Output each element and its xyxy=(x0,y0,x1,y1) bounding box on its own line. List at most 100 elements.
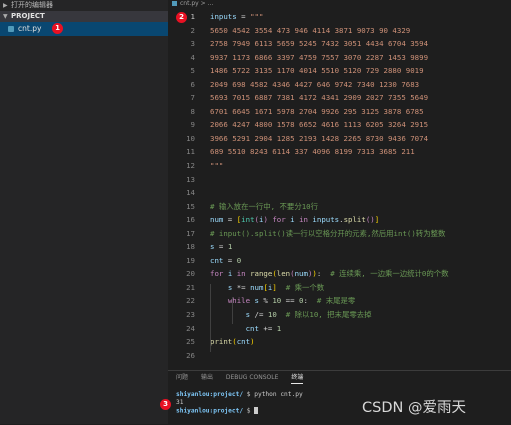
breadcrumb-file[interactable]: cnt.py xyxy=(180,0,199,7)
line-number: 21 xyxy=(186,282,195,292)
code-text: 5693 7015 6887 7381 4172 4341 2909 2027 … xyxy=(210,93,429,103)
code-text: print(cnt) xyxy=(210,337,255,347)
code-area[interactable]: 1 inputs = """ 2 5650 4542 3554 473 946 411… xyxy=(168,10,511,362)
code-line[interactable]: 4 9937 1173 6866 3397 4759 7557 3070 2287… xyxy=(168,51,511,65)
code-line[interactable]: 15 # 输入放在一行中, 不要分10行 xyxy=(168,200,511,214)
code-line[interactable]: 20 for i in range(len(num)): # 连续乘, 一边乘一边… xyxy=(168,267,511,281)
code-line[interactable]: 16 num = [int(i) for i in inputs.split()] xyxy=(168,213,511,227)
watermark: CSDN @爱雨天 xyxy=(362,400,466,416)
code-line[interactable]: 18 s = 1 xyxy=(168,240,511,254)
code-line[interactable]: 3 2758 7949 6113 5659 5245 7432 3051 4434… xyxy=(168,37,511,51)
code-text: s *= num[i] # 乘一个数 xyxy=(227,282,325,292)
code-text: num = [int(i) for i in inputs.split()] xyxy=(210,215,380,225)
code-text: 689 5510 8243 6114 337 4096 8199 7313 36… xyxy=(210,147,415,157)
code-text: for i in range(len(num)): # 连续乘, 一边乘一边统计… xyxy=(210,269,449,279)
terminal-cursor xyxy=(254,407,259,414)
code-text: 2049 698 4582 4346 4427 646 9742 7340 12… xyxy=(210,79,420,89)
code-line[interactable]: 13 xyxy=(168,173,511,187)
terminal-command: $ python cnt.py xyxy=(246,391,303,398)
line-number: 12 xyxy=(186,161,195,171)
line-number: 22 xyxy=(186,296,195,306)
terminal-user: shiyanlou:project/ xyxy=(176,407,244,415)
line-number: 17 xyxy=(186,228,195,238)
line-number: 9 xyxy=(190,120,195,130)
tab-debug-console[interactable]: DEBUG CONSOLE xyxy=(226,371,279,384)
line-number: 4 xyxy=(190,52,195,62)
code-line[interactable]: 12 """ xyxy=(168,159,511,173)
code-line[interactable]: 6 2049 698 4582 4346 4427 646 9742 7340 1… xyxy=(168,78,511,92)
code-text: inputs = """ xyxy=(210,12,264,21)
code-line[interactable]: 10 3966 5291 2904 1285 2193 1428 2265 873… xyxy=(168,132,511,146)
code-line[interactable]: 1 inputs = """ xyxy=(168,10,511,24)
indent-guide xyxy=(232,297,233,324)
line-number: 15 xyxy=(186,201,195,211)
python-file-icon xyxy=(172,1,177,6)
line-number: 14 xyxy=(186,188,195,198)
code-line[interactable]: 19 cnt = 0 xyxy=(168,254,511,268)
code-text: s /= 10 # 除以10, 把末尾零去掉 xyxy=(245,310,372,320)
code-line[interactable]: 14 xyxy=(168,186,511,200)
open-editors-section[interactable]: ▶ 打开的编辑器 xyxy=(0,0,168,11)
line-number: 7 xyxy=(190,93,195,103)
code-line[interactable]: 5 1486 5722 3135 1170 4014 5510 5120 729 … xyxy=(168,64,511,78)
tab-output[interactable]: 输出 xyxy=(201,371,213,384)
open-editors-label: 打开的编辑器 xyxy=(11,1,53,9)
line-number: 25 xyxy=(186,337,195,347)
line-number: 3 xyxy=(190,39,195,49)
file-item-cnt-py[interactable]: cnt.py 1 xyxy=(0,22,168,36)
code-line[interactable]: 22 while s % 10 == 0: # 末尾是零 xyxy=(168,294,511,308)
terminal-prompt: $ xyxy=(246,407,251,415)
line-number: 11 xyxy=(186,147,195,157)
code-line[interactable]: 2 5650 4542 3554 473 946 4114 3871 9073 9… xyxy=(168,24,511,38)
code-text: """ xyxy=(210,161,224,171)
breadcrumb: cnt.py > ... xyxy=(168,0,511,8)
code-line[interactable]: 7 5693 7015 6887 7381 4172 4341 2909 2027… xyxy=(168,91,511,105)
code-line[interactable]: 9 2066 4247 4800 1578 6652 4616 1113 6205… xyxy=(168,118,511,132)
code-text: cnt += 1 xyxy=(245,323,282,333)
line-number: 23 xyxy=(186,310,195,320)
line-number: 19 xyxy=(186,255,195,265)
chevron-down-icon: ▼ xyxy=(3,13,8,20)
line-number: 6 xyxy=(190,79,195,89)
code-text: 2758 7949 6113 5659 5245 7432 3051 4434 … xyxy=(210,39,429,49)
annotation-badge-3: 3 xyxy=(160,399,171,410)
annotation-badge-1: 1 xyxy=(52,23,63,34)
code-line[interactable]: 21 s *= num[i] # 乘一个数 xyxy=(168,281,511,295)
code-text: 1486 5722 3135 1170 4014 5510 5120 729 2… xyxy=(210,66,424,76)
line-number: 20 xyxy=(186,269,195,279)
line-number: 5 xyxy=(190,66,195,76)
line-number: 18 xyxy=(186,242,195,252)
code-line[interactable]: 26 xyxy=(168,349,511,363)
terminal-user: shiyanlou:project/ xyxy=(176,391,244,398)
tab-terminal[interactable]: 终端 xyxy=(291,373,304,384)
panel-tabs: 问题 输出 DEBUG CONSOLE 终端 xyxy=(168,371,511,384)
code-text: 6701 6645 1671 5978 2704 9926 295 3125 3… xyxy=(210,106,424,116)
code-line[interactable]: 8 6701 6645 1671 5978 2704 9926 295 3125 … xyxy=(168,105,511,119)
code-line[interactable]: 11 689 5510 8243 6114 337 4096 8199 7313 … xyxy=(168,145,511,159)
code-line[interactable]: 17 # input().split()读一行以空格分开的元素,然后用int()转… xyxy=(168,227,511,241)
project-section[interactable]: ▼ PROJECT xyxy=(0,11,168,22)
code-text: 3966 5291 2904 1285 2193 1428 2265 8730 … xyxy=(210,133,429,143)
code-text: 2066 4247 4800 1578 6652 4616 1113 6205 … xyxy=(210,120,429,130)
indent-guide xyxy=(210,284,211,352)
python-file-icon xyxy=(8,26,14,32)
code-text: s = 1 xyxy=(210,242,233,252)
explorer-sidebar: ▶ 打开的编辑器 ▼ PROJECT cnt.py 1 xyxy=(0,0,168,424)
code-text: 5650 4542 3554 473 946 4114 3871 9073 90… xyxy=(210,25,411,35)
line-number: 24 xyxy=(186,323,195,333)
code-line[interactable]: 25 print(cnt) xyxy=(168,335,511,349)
code-text: # input().split()读一行以空格分开的元素,然后用int()转为整… xyxy=(210,228,446,238)
tab-problems[interactable]: 问题 xyxy=(176,371,188,384)
breadcrumb-more[interactable]: ... xyxy=(208,0,214,7)
line-number: 8 xyxy=(190,106,195,116)
code-line[interactable]: 23 s /= 10 # 除以10, 把末尾零去掉 xyxy=(168,308,511,322)
line-number: 13 xyxy=(186,174,195,184)
line-number: 1 xyxy=(190,12,195,21)
line-number: 26 xyxy=(186,350,195,360)
code-line[interactable]: 24 cnt += 1 xyxy=(168,322,511,336)
line-number: 2 xyxy=(190,25,195,35)
project-label: PROJECT xyxy=(11,12,45,20)
code-text: cnt = 0 xyxy=(210,255,242,265)
code-editor[interactable]: cnt.py > ... 2 1 inputs = """ 2 5650 4542 3… xyxy=(168,0,511,370)
file-name: cnt.py xyxy=(18,24,42,33)
